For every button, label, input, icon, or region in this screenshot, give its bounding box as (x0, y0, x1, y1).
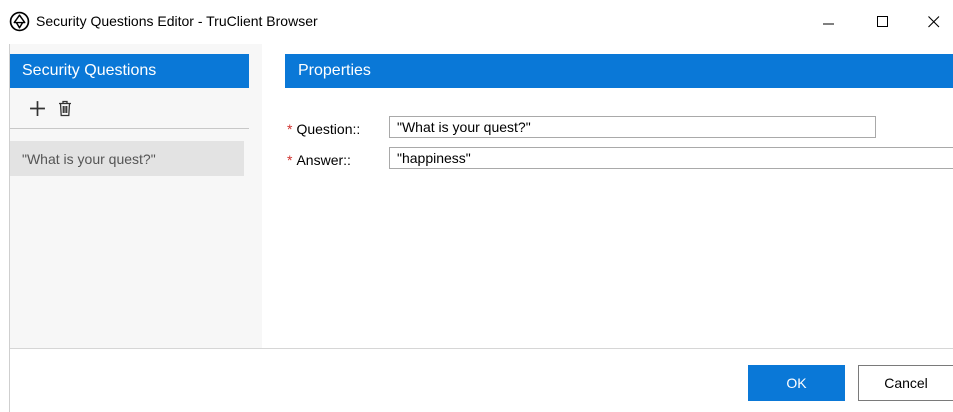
answer-label: * Answer:: (287, 152, 351, 168)
security-questions-title: Security Questions (22, 62, 157, 79)
trash-icon (59, 100, 71, 116)
footer-divider (10, 348, 953, 349)
maximize-icon (877, 16, 888, 27)
window-title: Security Questions Editor - TruClient Br… (36, 13, 318, 29)
list-item-question[interactable]: "What is your quest?" (10, 141, 244, 176)
security-questions-panel (10, 44, 262, 348)
security-questions-header: Security Questions (10, 54, 249, 88)
question-label-text: Question:: (296, 121, 361, 137)
cancel-button[interactable]: Cancel (858, 365, 953, 401)
list-item-label: "What is your quest?" (22, 151, 156, 167)
required-marker: * (287, 152, 293, 168)
truclient-logo-icon (9, 11, 30, 32)
required-marker: * (287, 121, 293, 137)
answer-field[interactable]: "happiness" (389, 147, 953, 169)
answer-label-text: Answer:: (296, 152, 351, 168)
question-label: * Question:: (287, 121, 360, 137)
questions-toolbar (10, 92, 249, 129)
ok-button[interactable]: OK (748, 365, 845, 401)
question-field[interactable]: "What is your quest?" (389, 116, 876, 138)
close-icon (927, 16, 939, 28)
delete-question-button[interactable] (54, 97, 76, 119)
add-question-button[interactable] (26, 97, 48, 119)
minimize-button[interactable] (806, 0, 852, 44)
panel-splitter[interactable] (262, 44, 270, 348)
maximize-button[interactable] (860, 0, 906, 44)
minimize-icon (823, 23, 834, 25)
title-bar: Security Questions Editor - TruClient Br… (0, 0, 953, 44)
properties-header: Properties (285, 54, 953, 88)
properties-title: Properties (298, 62, 371, 79)
close-button[interactable] (914, 0, 953, 44)
plus-icon (29, 100, 45, 116)
